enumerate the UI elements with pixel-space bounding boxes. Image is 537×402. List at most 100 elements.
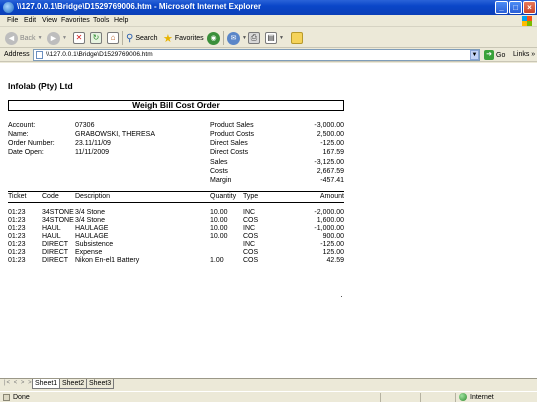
favorites-star-icon: ★ <box>163 32 173 45</box>
page-marker <box>341 296 342 297</box>
forward-arrow-icon: ► <box>47 31 60 45</box>
cell-amount: 42.59 <box>326 257 344 264</box>
cell-amount: -2,000.00 <box>314 209 344 216</box>
cell-quantity: 1.00 <box>210 257 224 264</box>
cell-code: DIRECT <box>42 249 69 256</box>
name-label: Name: <box>8 131 29 138</box>
summary-label: Product Costs <box>210 131 254 138</box>
links-button[interactable]: Links » <box>513 51 535 58</box>
ie-logo-icon <box>3 2 14 13</box>
cell-type: COS <box>243 217 259 224</box>
order-number-value: 23.11/11/09 <box>75 140 111 147</box>
cell-ticket: 01:23 <box>8 209 26 216</box>
menu-favorites[interactable]: Favorites <box>61 17 90 24</box>
tab-sheet1[interactable]: Sheet1 <box>32 379 61 389</box>
cell-amount: 1,600.00 <box>316 217 344 224</box>
mail-button[interactable]: ✉ ▼ <box>227 31 247 45</box>
search-icon: ⚲ <box>126 32 134 44</box>
go-button[interactable]: ➜ Go <box>484 50 505 60</box>
media-button[interactable]: ◉ <box>207 31 220 45</box>
favorites-label: Favorites <box>174 34 204 42</box>
status-divider <box>420 393 421 402</box>
window-title: \\127.0.0.1\Bridge\D1529769006.htm - Mic… <box>17 2 262 11</box>
print-icon: ⎙ <box>248 32 260 44</box>
summary-label: Direct Costs <box>210 149 249 156</box>
cell-description: HAULAGE <box>75 233 109 240</box>
summary-value: 2,500.00 <box>316 131 344 138</box>
cell-ticket: 01:23 <box>8 225 26 232</box>
col-ticket: Ticket <box>8 193 27 200</box>
chevron-right-icon: » <box>531 51 536 58</box>
home-button[interactable]: ⌂ <box>107 31 119 45</box>
status-text: Done <box>13 394 30 401</box>
mail-icon: ✉ <box>227 31 240 45</box>
toolbar-separator <box>122 31 123 45</box>
forward-dropdown-icon: ▼ <box>62 35 67 41</box>
cell-code: DIRECT <box>42 241 69 248</box>
links-label: Links <box>513 51 530 58</box>
tab-sheet3[interactable]: Sheet3 <box>86 379 115 389</box>
refresh-button[interactable]: ↻ <box>90 31 102 45</box>
go-label: Go <box>496 51 506 59</box>
cell-code: HAUL <box>42 225 61 232</box>
maximize-button[interactable]: □ <box>509 1 522 14</box>
summary-label: Costs <box>210 168 228 175</box>
cell-amount: 125.00 <box>322 249 344 256</box>
summary-value: -3,125.00 <box>314 159 344 166</box>
cell-quantity: 10.00 <box>210 225 228 232</box>
home-icon: ⌂ <box>107 32 119 44</box>
edit-button[interactable]: ▤ ▼ <box>265 31 284 45</box>
col-description: Description <box>75 193 111 200</box>
header-bottom-rule <box>8 202 344 203</box>
summary-value: 2,667.59 <box>316 168 344 175</box>
mail-dropdown-icon: ▼ <box>242 35 247 41</box>
favorites-button[interactable]: ★ Favorites <box>163 31 204 45</box>
sheet-tab-bar: |< < > >| Sheet1 Sheet2 Sheet3 <box>0 378 537 390</box>
address-bar: Address \\127.0.0.1\Bridge\D1529769006.h… <box>0 48 537 62</box>
forward-button[interactable]: ► ▼ <box>47 31 67 45</box>
security-zone: Internet <box>470 394 494 401</box>
cell-description: HAULAGE <box>75 225 109 232</box>
col-type: Type <box>243 193 259 200</box>
search-button[interactable]: ⚲ Search <box>126 31 158 45</box>
print-button[interactable]: ⎙ <box>248 31 260 45</box>
menu-edit[interactable]: Edit <box>24 17 36 24</box>
cell-code: 34STONE <box>42 217 74 224</box>
close-button[interactable]: × <box>523 1 536 14</box>
menu-file[interactable]: File <box>7 17 18 24</box>
summary-value: -457.41 <box>320 177 344 184</box>
status-divider <box>380 393 381 402</box>
menu-view[interactable]: View <box>42 17 57 24</box>
summary-label: Sales <box>210 159 228 166</box>
address-input[interactable]: \\127.0.0.1\Bridge\D1529769006.htm <box>33 49 480 61</box>
sheet-nav-arrows[interactable]: |< < > >| <box>4 380 35 386</box>
cell-ticket: 01:23 <box>8 241 26 248</box>
internet-zone-icon <box>459 393 467 401</box>
cell-quantity: 10.00 <box>210 217 228 224</box>
cell-amount: -1,000.00 <box>314 225 344 232</box>
cell-description: Nikon En-el1 Battery <box>75 257 140 264</box>
search-label: Search <box>135 34 158 42</box>
stop-button[interactable]: ✕ <box>73 31 85 45</box>
status-bar: Done Internet <box>0 391 537 402</box>
cell-code: 34STONE <box>42 209 74 216</box>
name-value: GRABOWSKI, THERESA <box>75 131 155 138</box>
back-label: Back <box>20 34 36 42</box>
status-divider <box>455 393 456 402</box>
cell-description: Subsistence <box>75 241 114 248</box>
summary-value: -125.00 <box>320 140 344 147</box>
cell-amount: -125.00 <box>320 241 344 248</box>
tab-sheet2[interactable]: Sheet2 <box>59 379 88 389</box>
minimize-button[interactable]: _ <box>495 1 508 14</box>
summary-label: Product Sales <box>210 122 254 129</box>
cell-description: Expense <box>75 249 103 256</box>
address-dropdown-icon[interactable]: ▼ <box>470 50 479 60</box>
summary-value: 167.59 <box>322 149 344 156</box>
menu-help[interactable]: Help <box>114 17 128 24</box>
refresh-icon: ↻ <box>90 32 102 44</box>
company-name: Infolab (Pty) Ltd <box>8 81 73 91</box>
messenger-button[interactable] <box>291 31 303 45</box>
summary-label: Margin <box>210 177 232 184</box>
back-button[interactable]: ◄ Back ▼ <box>5 31 43 45</box>
menu-tools[interactable]: Tools <box>93 17 109 24</box>
